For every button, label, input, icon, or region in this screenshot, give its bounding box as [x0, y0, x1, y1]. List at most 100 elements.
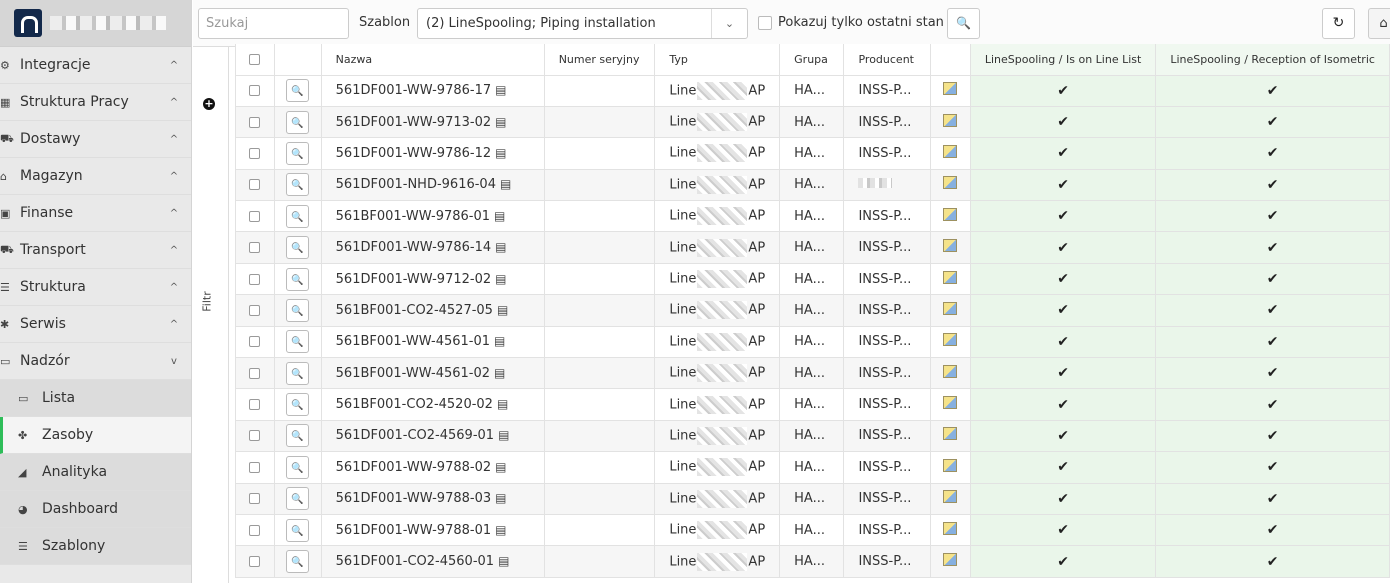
asset-name[interactable]: 561BF001-CO2-4520-02	[336, 397, 493, 412]
sidebar-item-nadzór[interactable]: ▭ Nadzór v	[0, 343, 191, 380]
chevron-up-icon[interactable]: ^	[157, 319, 191, 330]
clipboard-icon[interactable]: ▤	[495, 460, 506, 474]
clipboard-icon[interactable]: ▤	[495, 240, 506, 254]
filter-tab[interactable]: Filtr	[201, 291, 214, 311]
row-checkbox[interactable]	[249, 242, 261, 254]
image-icon[interactable]	[943, 364, 958, 378]
chevron-up-icon[interactable]: ^	[157, 60, 191, 71]
row-details-button[interactable]: 🔍	[286, 330, 310, 354]
clipboard-icon[interactable]: ▤	[498, 428, 509, 442]
clipboard-icon[interactable]: ▤	[497, 303, 508, 317]
image-icon[interactable]	[943, 82, 958, 96]
image-icon[interactable]	[943, 396, 958, 410]
row-checkbox[interactable]	[249, 210, 261, 222]
chevron-up-icon[interactable]: ^	[157, 208, 191, 219]
asset-name[interactable]: 561DF001-WW-9713-02	[336, 115, 491, 130]
clipboard-icon[interactable]: ▤	[495, 491, 506, 505]
row-checkbox[interactable]	[249, 461, 261, 473]
sidebar-subitem-szablony[interactable]: ☰ Szablony	[0, 528, 191, 565]
chevron-down-icon[interactable]: ⌄	[711, 9, 747, 38]
header-serial[interactable]: Numer seryjny	[543, 44, 656, 76]
sidebar-item-serwis[interactable]: ✱ Serwis ^	[0, 306, 191, 343]
sidebar-subitem-lista[interactable]: ▭ Lista	[0, 380, 191, 417]
row-details-button[interactable]: 🔍	[286, 110, 310, 134]
sidebar-item-integracje[interactable]: ⚙ Integracje ^	[0, 47, 191, 84]
header-name[interactable]: Nazwa	[320, 44, 545, 76]
row-checkbox[interactable]	[249, 147, 261, 159]
row-checkbox[interactable]	[249, 399, 261, 411]
last-state-label[interactable]: Pokazuj tylko ostatni stan	[778, 15, 944, 30]
clipboard-icon[interactable]: ▤	[495, 146, 506, 160]
asset-name[interactable]: 561DF001-CO2-4560-01	[336, 554, 494, 569]
sidebar-subitem-dashboard[interactable]: ◕ Dashboard	[0, 491, 191, 528]
image-icon[interactable]	[943, 239, 958, 253]
sidebar-item-dostawy[interactable]: ⛟ Dostawy ^	[0, 121, 191, 158]
asset-name[interactable]: 561BF001-CO2-4527-05	[336, 303, 493, 318]
chevron-up-icon[interactable]: ^	[157, 282, 191, 293]
clipboard-icon[interactable]: ▤	[494, 334, 505, 348]
row-details-button[interactable]: 🔍	[286, 141, 310, 165]
row-checkbox[interactable]	[249, 336, 261, 348]
image-icon[interactable]	[943, 207, 958, 221]
row-details-button[interactable]: 🔍	[286, 79, 310, 103]
asset-name[interactable]: 561BF001-WW-4561-02	[336, 366, 490, 381]
sidebar-item-magazyn[interactable]: ⌂ Magazyn ^	[0, 158, 191, 195]
row-details-button[interactable]: 🔍	[286, 204, 310, 228]
row-details-button[interactable]: 🔍	[286, 424, 310, 448]
row-checkbox[interactable]	[249, 273, 261, 285]
asset-name[interactable]: 561DF001-WW-9786-17	[336, 83, 491, 98]
asset-name[interactable]: 561DF001-NHD-9616-04	[336, 177, 496, 192]
clipboard-icon[interactable]: ▤	[494, 366, 505, 380]
row-details-button[interactable]: 🔍	[286, 267, 310, 291]
chevron-down-icon[interactable]: v	[157, 356, 191, 367]
header-type[interactable]: Typ	[654, 44, 781, 76]
sidebar-subitem-zasoby[interactable]: ✤ Zasoby	[0, 417, 191, 454]
table-row[interactable]: 🔍 561DF001-CO2-4569-01 ▤ Line AP HA... INSS-P.…	[235, 419, 1390, 453]
image-icon[interactable]	[943, 113, 958, 127]
row-details-button[interactable]: 🔍	[286, 393, 310, 417]
row-details-button[interactable]: 🔍	[286, 518, 310, 542]
image-icon[interactable]	[943, 270, 958, 284]
row-checkbox[interactable]	[249, 85, 261, 97]
add-filter-icon[interactable]: +	[203, 98, 215, 110]
row-checkbox[interactable]	[249, 524, 261, 536]
table-row[interactable]: 🔍 561DF001-WW-9786-14 ▤ Line AP HA... INSS-P..…	[235, 231, 1390, 264]
table-row[interactable]: 🔍 561DF001-WW-9786-12 ▤ Line AP HA... INSS-P..…	[235, 137, 1390, 170]
image-icon[interactable]	[943, 521, 958, 535]
home-button[interactable]: ⌂	[1368, 8, 1390, 39]
sidebar-item-transport[interactable]: ⛟ Transport ^	[0, 232, 191, 269]
table-row[interactable]: 🔍 561DF001-WW-9788-03 ▤ Line AP HA... INSS-P..…	[235, 482, 1390, 515]
clipboard-icon[interactable]: ▤	[500, 177, 511, 191]
row-checkbox[interactable]	[249, 179, 261, 191]
table-row[interactable]: 🔍 561DF001-WW-9712-02 ▤ Line AP HA... INSS-P..…	[235, 262, 1390, 296]
header-is-on-line-list[interactable]: LineSpooling / Is on Line List	[969, 44, 1157, 76]
asset-name[interactable]: 561BF001-WW-9786-01	[336, 209, 490, 224]
search-button[interactable]: 🔍	[947, 8, 980, 39]
sidebar-item-struktura-pracy[interactable]: ▦ Struktura Pracy ^	[0, 84, 191, 121]
asset-name[interactable]: 561DF001-WW-9788-01	[336, 523, 491, 538]
image-icon[interactable]	[943, 176, 958, 190]
image-icon[interactable]	[943, 427, 958, 441]
clipboard-icon[interactable]: ▤	[495, 115, 506, 129]
row-details-button[interactable]: 🔍	[286, 455, 310, 479]
image-icon[interactable]	[943, 458, 958, 472]
row-details-button[interactable]: 🔍	[286, 487, 310, 511]
chevron-up-icon[interactable]: ^	[157, 245, 191, 256]
row-checkbox[interactable]	[249, 493, 261, 505]
template-select[interactable]: (2) LineSpooling; Piping installation ⌄	[417, 8, 748, 39]
table-row[interactable]: 🔍 561BF001-WW-4561-02 ▤ Line AP HA... INSS-P..…	[235, 357, 1390, 390]
last-state-checkbox[interactable]	[758, 16, 772, 30]
table-row[interactable]: 🔍 561DF001-WW-9786-17 ▤ Line AP HA... INSS-P..…	[235, 74, 1390, 107]
sidebar-item-finanse[interactable]: ▣ Finanse ^	[0, 195, 191, 232]
row-details-button[interactable]: 🔍	[286, 361, 310, 385]
table-row[interactable]: 🔍 561DF001-WW-9788-01 ▤ Line AP HA... INSS-P..…	[235, 513, 1390, 547]
asset-name[interactable]: 561DF001-WW-9788-03	[336, 491, 491, 506]
image-icon[interactable]	[943, 144, 958, 158]
image-icon[interactable]	[943, 553, 958, 567]
chevron-up-icon[interactable]: ^	[157, 134, 191, 145]
header-group[interactable]: Grupa	[779, 44, 845, 76]
clipboard-icon[interactable]: ▤	[494, 209, 505, 223]
image-icon[interactable]	[943, 301, 958, 315]
sidebar-item-struktura[interactable]: ☰ Struktura ^	[0, 269, 191, 306]
table-row[interactable]: 🔍 561DF001-CO2-4560-01 ▤ Line AP HA... INSS-P.…	[235, 545, 1390, 578]
